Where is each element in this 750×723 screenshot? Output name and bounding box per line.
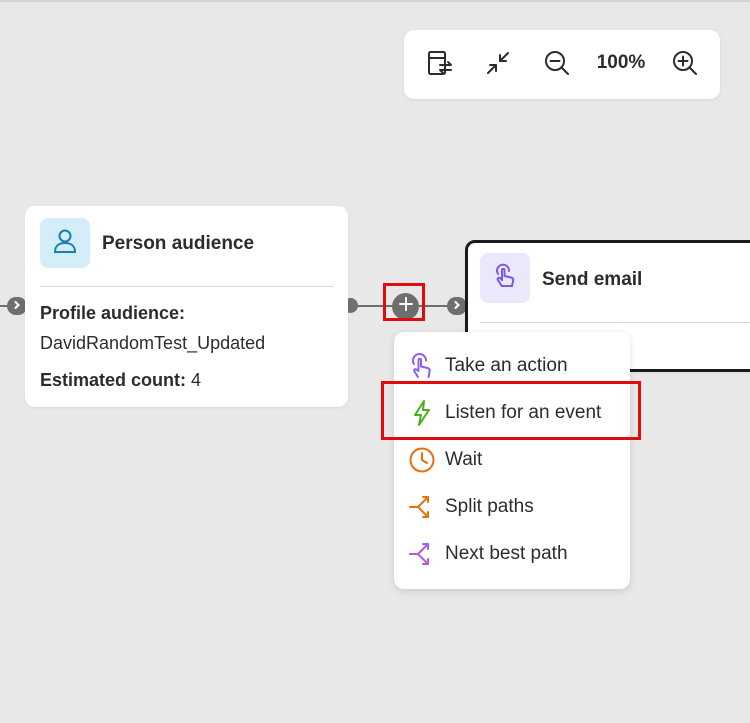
- person-icon-badge: [40, 218, 90, 268]
- zoom-in-button[interactable]: [667, 47, 703, 83]
- person-icon: [51, 227, 79, 260]
- estimated-count-value: 4: [191, 370, 202, 390]
- estimated-count-label: Estimated count:: [40, 370, 187, 390]
- add-node-menu: Take an action Listen for an event Wait …: [394, 332, 630, 589]
- card-divider: [40, 286, 333, 287]
- card-divider: [480, 322, 750, 323]
- zoom-out-button[interactable]: [539, 47, 575, 83]
- collapse-icon: [484, 49, 512, 82]
- menu-item-split-paths[interactable]: Split paths: [394, 484, 630, 528]
- menu-item-label: Split paths: [445, 496, 534, 517]
- menu-item-label: Next best path: [445, 543, 568, 564]
- chevron-right-icon: [12, 297, 22, 315]
- estimated-count-row: Estimated count: 4: [40, 370, 201, 391]
- canvas-top-edge: [0, 0, 750, 2]
- send-email-title: Send email: [542, 269, 643, 290]
- menu-item-wait[interactable]: Wait: [394, 437, 630, 481]
- menu-item-next-best-path[interactable]: Next best path: [394, 531, 630, 575]
- touch-icon: [408, 352, 436, 380]
- zoom-level: 100%: [596, 52, 646, 73]
- highlight-listen-event: [381, 381, 641, 440]
- collapse-button[interactable]: [480, 47, 516, 83]
- split-icon: [408, 540, 436, 568]
- fit-layout-button[interactable]: [422, 47, 458, 83]
- profile-audience-value: DavidRandomTest_Updated: [40, 333, 266, 353]
- split-icon: [408, 493, 436, 521]
- clock-icon: [408, 446, 436, 474]
- touch-icon: [491, 262, 519, 295]
- touch-icon-badge: [480, 253, 530, 303]
- highlight-add-node: [383, 283, 425, 321]
- profile-audience-label: Profile audience:: [40, 303, 186, 323]
- person-node-title: Person audience: [102, 233, 255, 254]
- zoom-out-icon: [543, 49, 571, 82]
- person-audience-node[interactable]: Person audience Profile audience: DavidR…: [25, 206, 348, 407]
- fit-layout-icon: [426, 49, 454, 82]
- canvas-toolbar: 100%: [404, 30, 720, 99]
- zoom-in-icon: [671, 49, 699, 82]
- menu-item-label: Take an action: [445, 355, 568, 376]
- incoming-connector-arrow: [7, 297, 27, 315]
- menu-item-label: Wait: [445, 449, 483, 470]
- chevron-right-icon: [452, 297, 462, 315]
- outgoing-connector-arrow: [447, 297, 467, 315]
